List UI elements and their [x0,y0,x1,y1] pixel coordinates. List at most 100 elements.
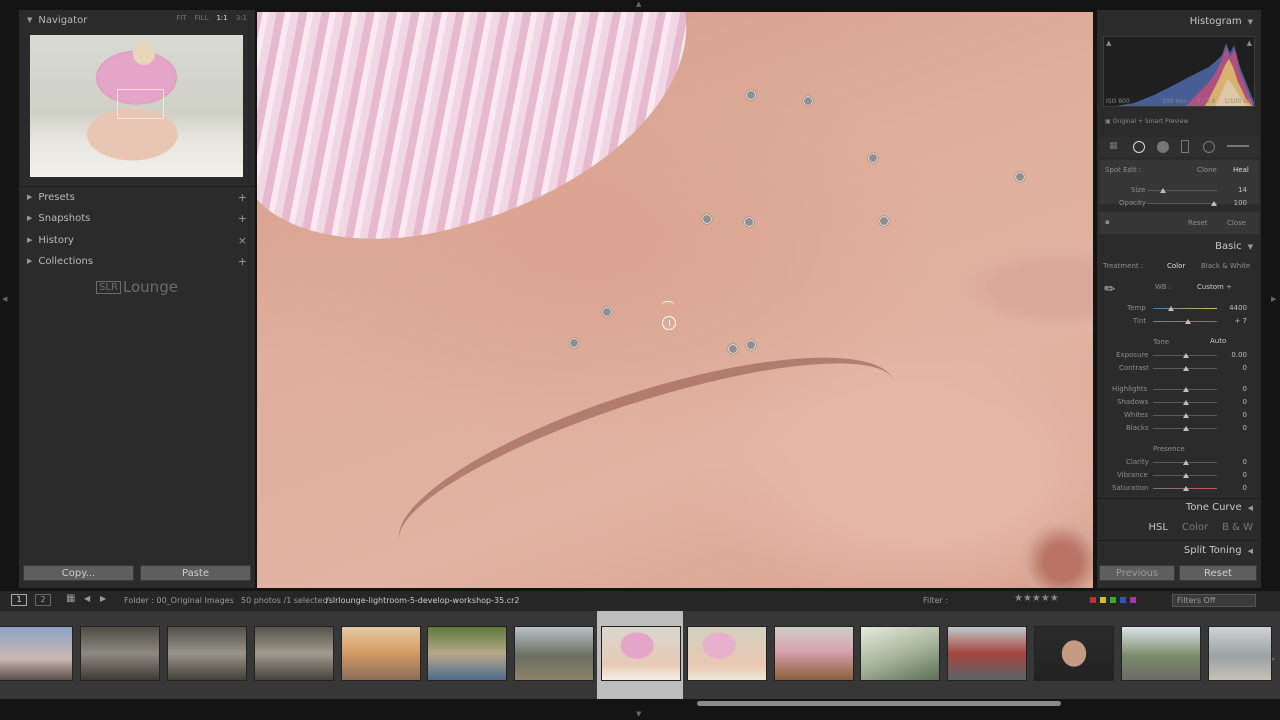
add-collection-icon[interactable]: + [238,255,247,268]
temp-slider-track[interactable] [1153,308,1217,309]
whites-value[interactable]: 0 [1223,411,1247,419]
crop-icon[interactable]: ▦ [1109,141,1118,151]
filter-preset-dropdown[interactable]: Filters Off [1172,594,1256,607]
spot-pin[interactable] [602,307,612,317]
opacity-slider-knob[interactable] [1211,201,1217,206]
spot-close-button[interactable]: Close [1227,219,1246,227]
presets-header[interactable]: ▶ Presets + [19,187,255,207]
film-thumb[interactable] [1208,626,1272,681]
contrast-slider-knob[interactable] [1183,366,1189,371]
blacks-slider-knob[interactable] [1183,426,1189,431]
red-label-filter[interactable] [1090,597,1096,603]
film-thumb[interactable] [774,626,854,681]
highlight-clip-icon[interactable]: ▲ [1247,39,1252,47]
tone-curve-header[interactable]: Tone Curve ◀ [1186,502,1253,513]
contrast-value[interactable]: 0 [1223,364,1247,372]
top-panel-toggle-icon[interactable]: ▲ [636,0,641,8]
film-thumb[interactable] [0,626,73,681]
current-filename[interactable]: /slrlounge-lightroom-5-develop-workshop-… [326,596,520,605]
yellow-label-filter[interactable] [1100,597,1106,603]
star-rating-filter[interactable]: ★★★★★ [1014,593,1059,604]
spot-pin[interactable] [1015,172,1025,182]
purple-label-filter[interactable] [1130,597,1136,603]
film-thumb[interactable] [80,626,160,681]
tint-value[interactable]: + 7 [1223,317,1247,325]
film-thumb[interactable] [254,626,334,681]
tint-slider-knob[interactable] [1185,319,1191,324]
opacity-value[interactable]: 100 [1223,199,1247,207]
window-1-button[interactable]: 1 [11,594,27,606]
reset-button[interactable]: Reset [1179,565,1257,581]
film-thumb-selected[interactable] [601,626,681,681]
spot-pin[interactable] [744,217,754,227]
shadow-clip-icon[interactable]: ▲ [1106,39,1111,47]
saturation-value[interactable]: 0 [1223,484,1247,492]
spot-pin[interactable] [803,96,813,106]
size-slider-track[interactable] [1147,190,1217,191]
opacity-slider-track[interactable] [1147,203,1217,204]
green-label-filter[interactable] [1110,597,1116,603]
histogram[interactable]: ▲ ▲ ISO 800 100 mm f / 2.8 1/100 sec [1103,36,1255,107]
wb-dropdown[interactable]: Custom ÷ [1197,283,1232,291]
filmstrip-scrollbar[interactable] [697,701,1061,706]
grid-view-icon[interactable]: ▦ [66,593,75,604]
film-thumb[interactable] [1121,626,1201,681]
film-thumb[interactable] [1034,626,1114,681]
exposure-slider-knob[interactable] [1183,353,1189,358]
heal-mode[interactable]: Heal [1233,166,1249,174]
exposure-value[interactable]: 0.00 [1223,351,1247,359]
photo-canvas[interactable] [257,12,1093,588]
shadows-slider-knob[interactable] [1183,400,1189,405]
forward-arrow-icon[interactable]: ▶ [100,594,106,603]
add-preset-icon[interactable]: + [238,191,247,204]
back-arrow-icon[interactable]: ◀ [84,594,90,603]
spot-pin[interactable] [746,340,756,350]
red-eye-icon[interactable] [1157,141,1169,153]
film-thumb[interactable] [167,626,247,681]
film-thumb[interactable] [514,626,594,681]
film-thumb[interactable] [341,626,421,681]
navigator-zoom-rectangle[interactable] [117,89,164,119]
highlights-slider-knob[interactable] [1183,387,1189,392]
film-thumb[interactable] [860,626,940,681]
navigator-preview[interactable] [30,35,243,177]
radial-filter-icon[interactable] [1203,141,1215,153]
clone-mode[interactable]: Clone [1197,166,1217,174]
shadows-value[interactable]: 0 [1223,398,1247,406]
spot-pin[interactable] [728,344,738,354]
collections-header[interactable]: ▶ Collections + [19,251,255,271]
film-thumb[interactable] [687,626,767,681]
folder-source[interactable]: Folder : 00_Original Images [124,596,234,605]
spot-pin[interactable] [702,214,712,224]
window-2-button[interactable]: 2 [35,594,51,606]
history-header[interactable]: ▶ History × [19,230,255,250]
spot-removal-icon[interactable] [1133,141,1145,153]
size-value[interactable]: 14 [1223,186,1247,194]
highlights-value[interactable]: 0 [1223,385,1247,393]
zoom-fit[interactable]: FIT [176,14,186,22]
blacks-value[interactable]: 0 [1223,424,1247,432]
clarity-value[interactable]: 0 [1223,458,1247,466]
bw-tab[interactable]: B & W [1222,522,1253,533]
basic-header[interactable]: Basic ▼ [1215,241,1253,252]
previous-button[interactable]: Previous [1099,565,1175,581]
show-overlay-toggle[interactable]: ▪ [1105,218,1110,226]
film-thumb[interactable] [427,626,507,681]
film-thumb-selected-cell[interactable] [597,611,683,699]
clear-history-icon[interactable]: × [238,234,247,247]
spot-pin[interactable] [569,338,579,348]
whites-slider-knob[interactable] [1183,413,1189,418]
histogram-header[interactable]: Histogram ▼ [1190,16,1253,27]
zoom-1-1[interactable]: 1:1 [216,14,227,22]
spot-pin[interactable] [879,216,889,226]
vibrance-value[interactable]: 0 [1223,471,1247,479]
temp-value[interactable]: 4400 [1223,304,1247,312]
treatment-black-white[interactable]: Black & White [1201,262,1250,270]
spot-pin[interactable] [868,153,878,163]
treatment-color[interactable]: Color [1167,262,1185,270]
copy-button[interactable]: Copy... [23,565,134,581]
adjustment-brush-icon[interactable] [1227,145,1249,147]
zoom-fill[interactable]: FILL [195,14,209,22]
filmstrip-toggle-icon[interactable]: ▼ [636,710,641,718]
blue-label-filter[interactable] [1120,597,1126,603]
